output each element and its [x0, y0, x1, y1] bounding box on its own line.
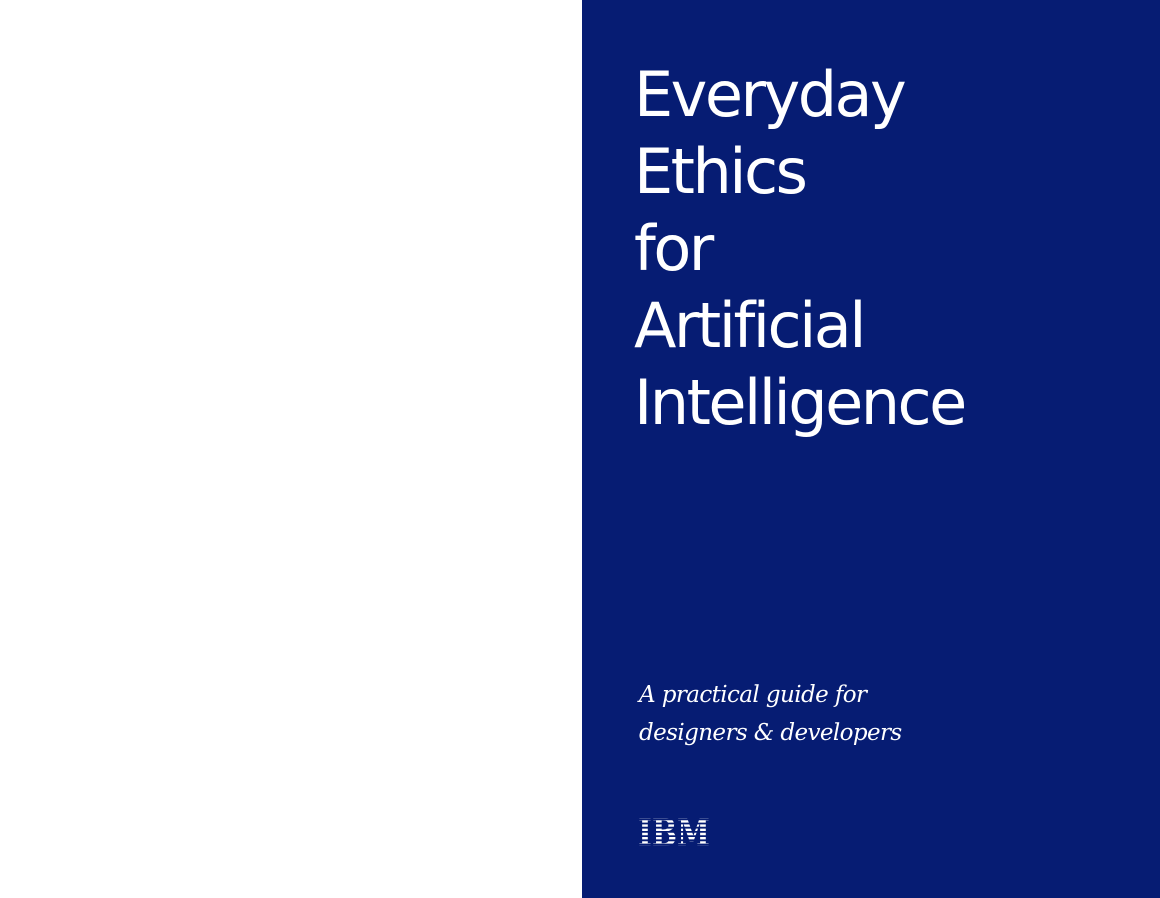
subtitle-line: designers & developers: [639, 720, 902, 746]
title-line: Artificial: [634, 289, 867, 362]
title-line: Intelligence: [634, 366, 967, 439]
title-line: Ethics: [634, 135, 808, 208]
blank-left-page: [0, 0, 582, 898]
title-line: for: [634, 212, 714, 285]
cover-page: Everyday Ethics for Artificial Intellige…: [582, 0, 1160, 898]
document-spread: Everyday Ethics for Artificial Intellige…: [0, 0, 1160, 898]
title-line: Everyday: [634, 58, 907, 131]
subtitle-line: A practical guide for: [639, 682, 867, 708]
ibm-logo: IBM: [638, 816, 710, 848]
cover-subtitle: A practical guide for designers & develo…: [639, 676, 902, 752]
svg-text:IBM: IBM: [638, 816, 710, 848]
cover-title: Everyday Ethics for Artificial Intellige…: [634, 56, 967, 441]
